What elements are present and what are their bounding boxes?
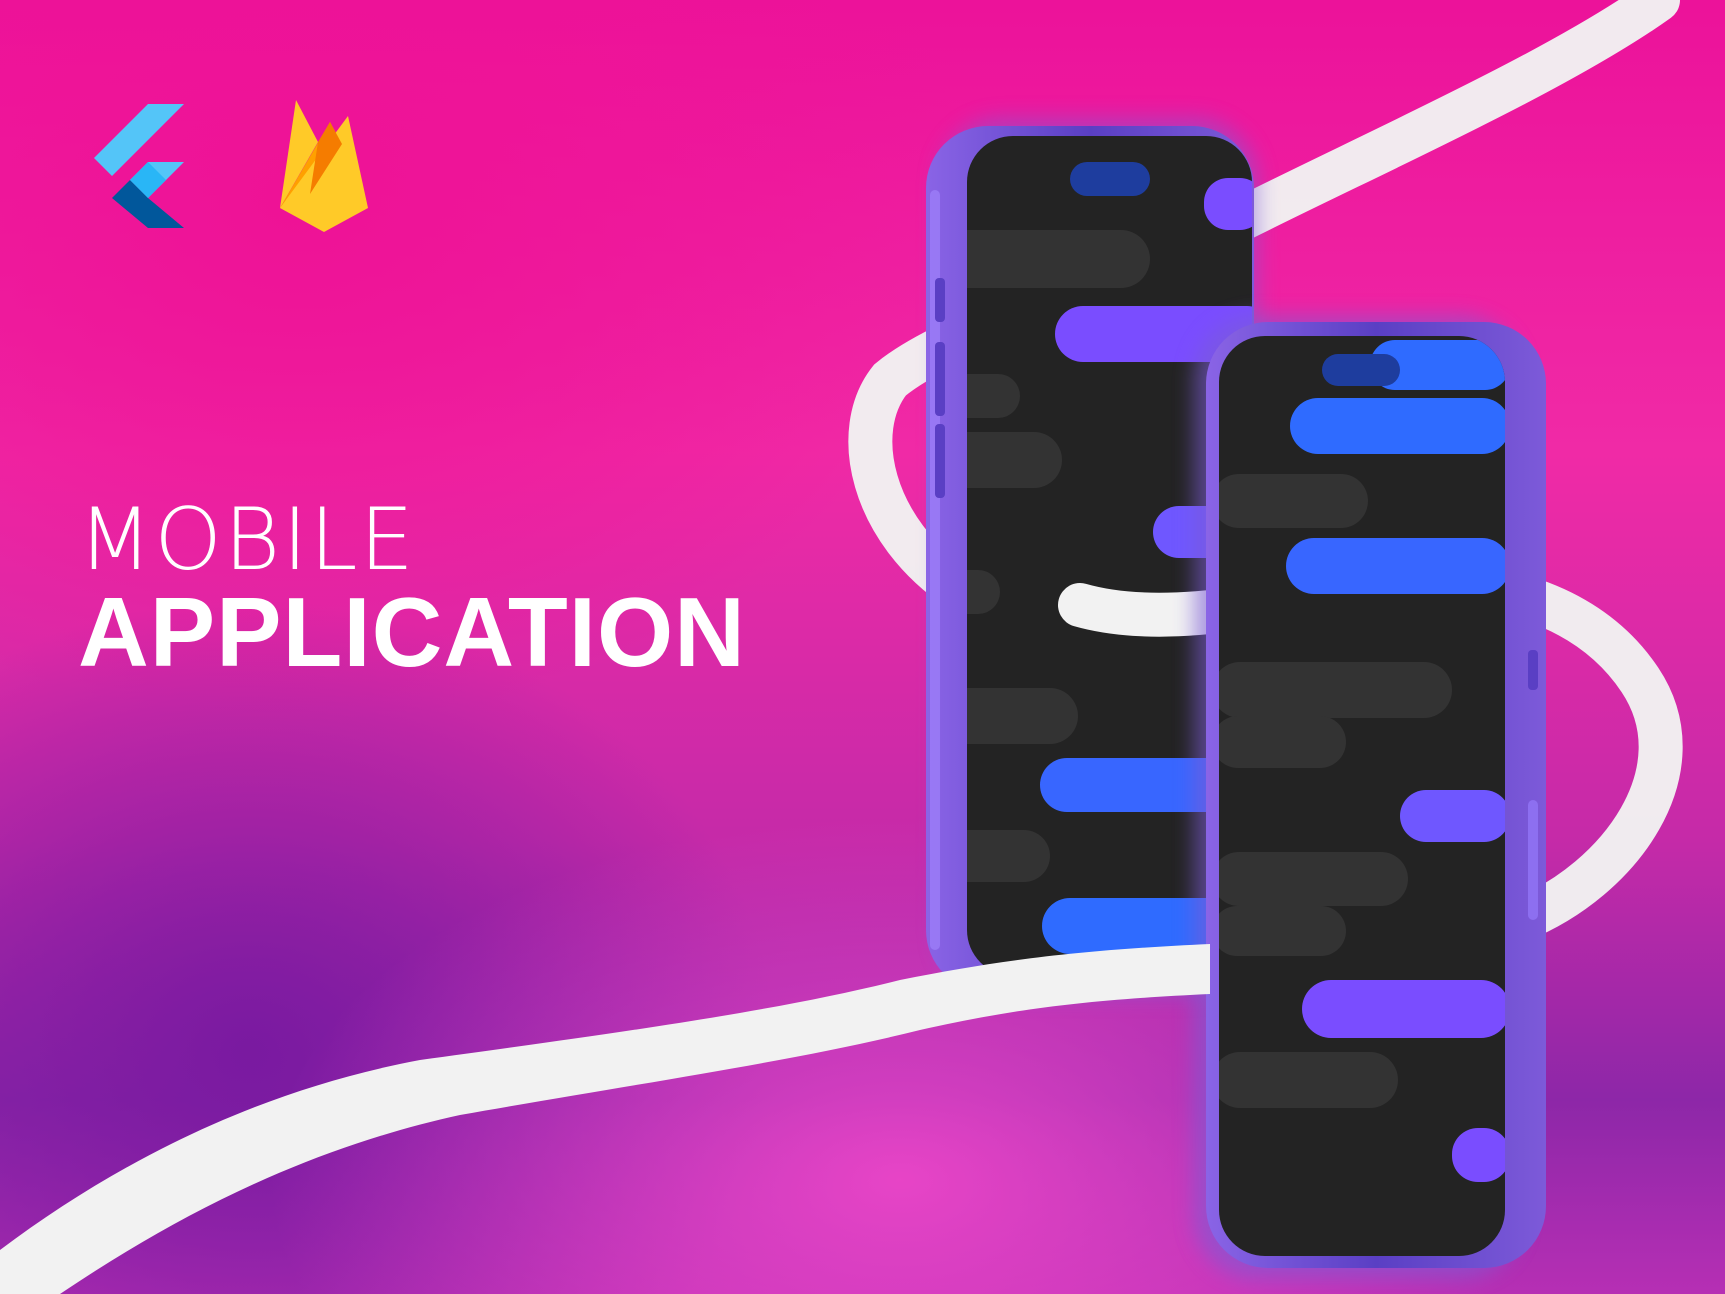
poster-canvas: MOBILE APPLICATION — [0, 0, 1725, 1294]
phone-right — [1194, 316, 1546, 1278]
firebase-logo-icon — [280, 100, 368, 232]
headline-line-mobile: MOBILE — [78, 490, 416, 590]
ribbon-front-band — [0, 944, 1210, 1294]
headline-line-application: APPLICATION — [78, 577, 746, 687]
headline: MOBILE APPLICATION — [78, 492, 746, 682]
flutter-logo-icon — [94, 104, 184, 228]
